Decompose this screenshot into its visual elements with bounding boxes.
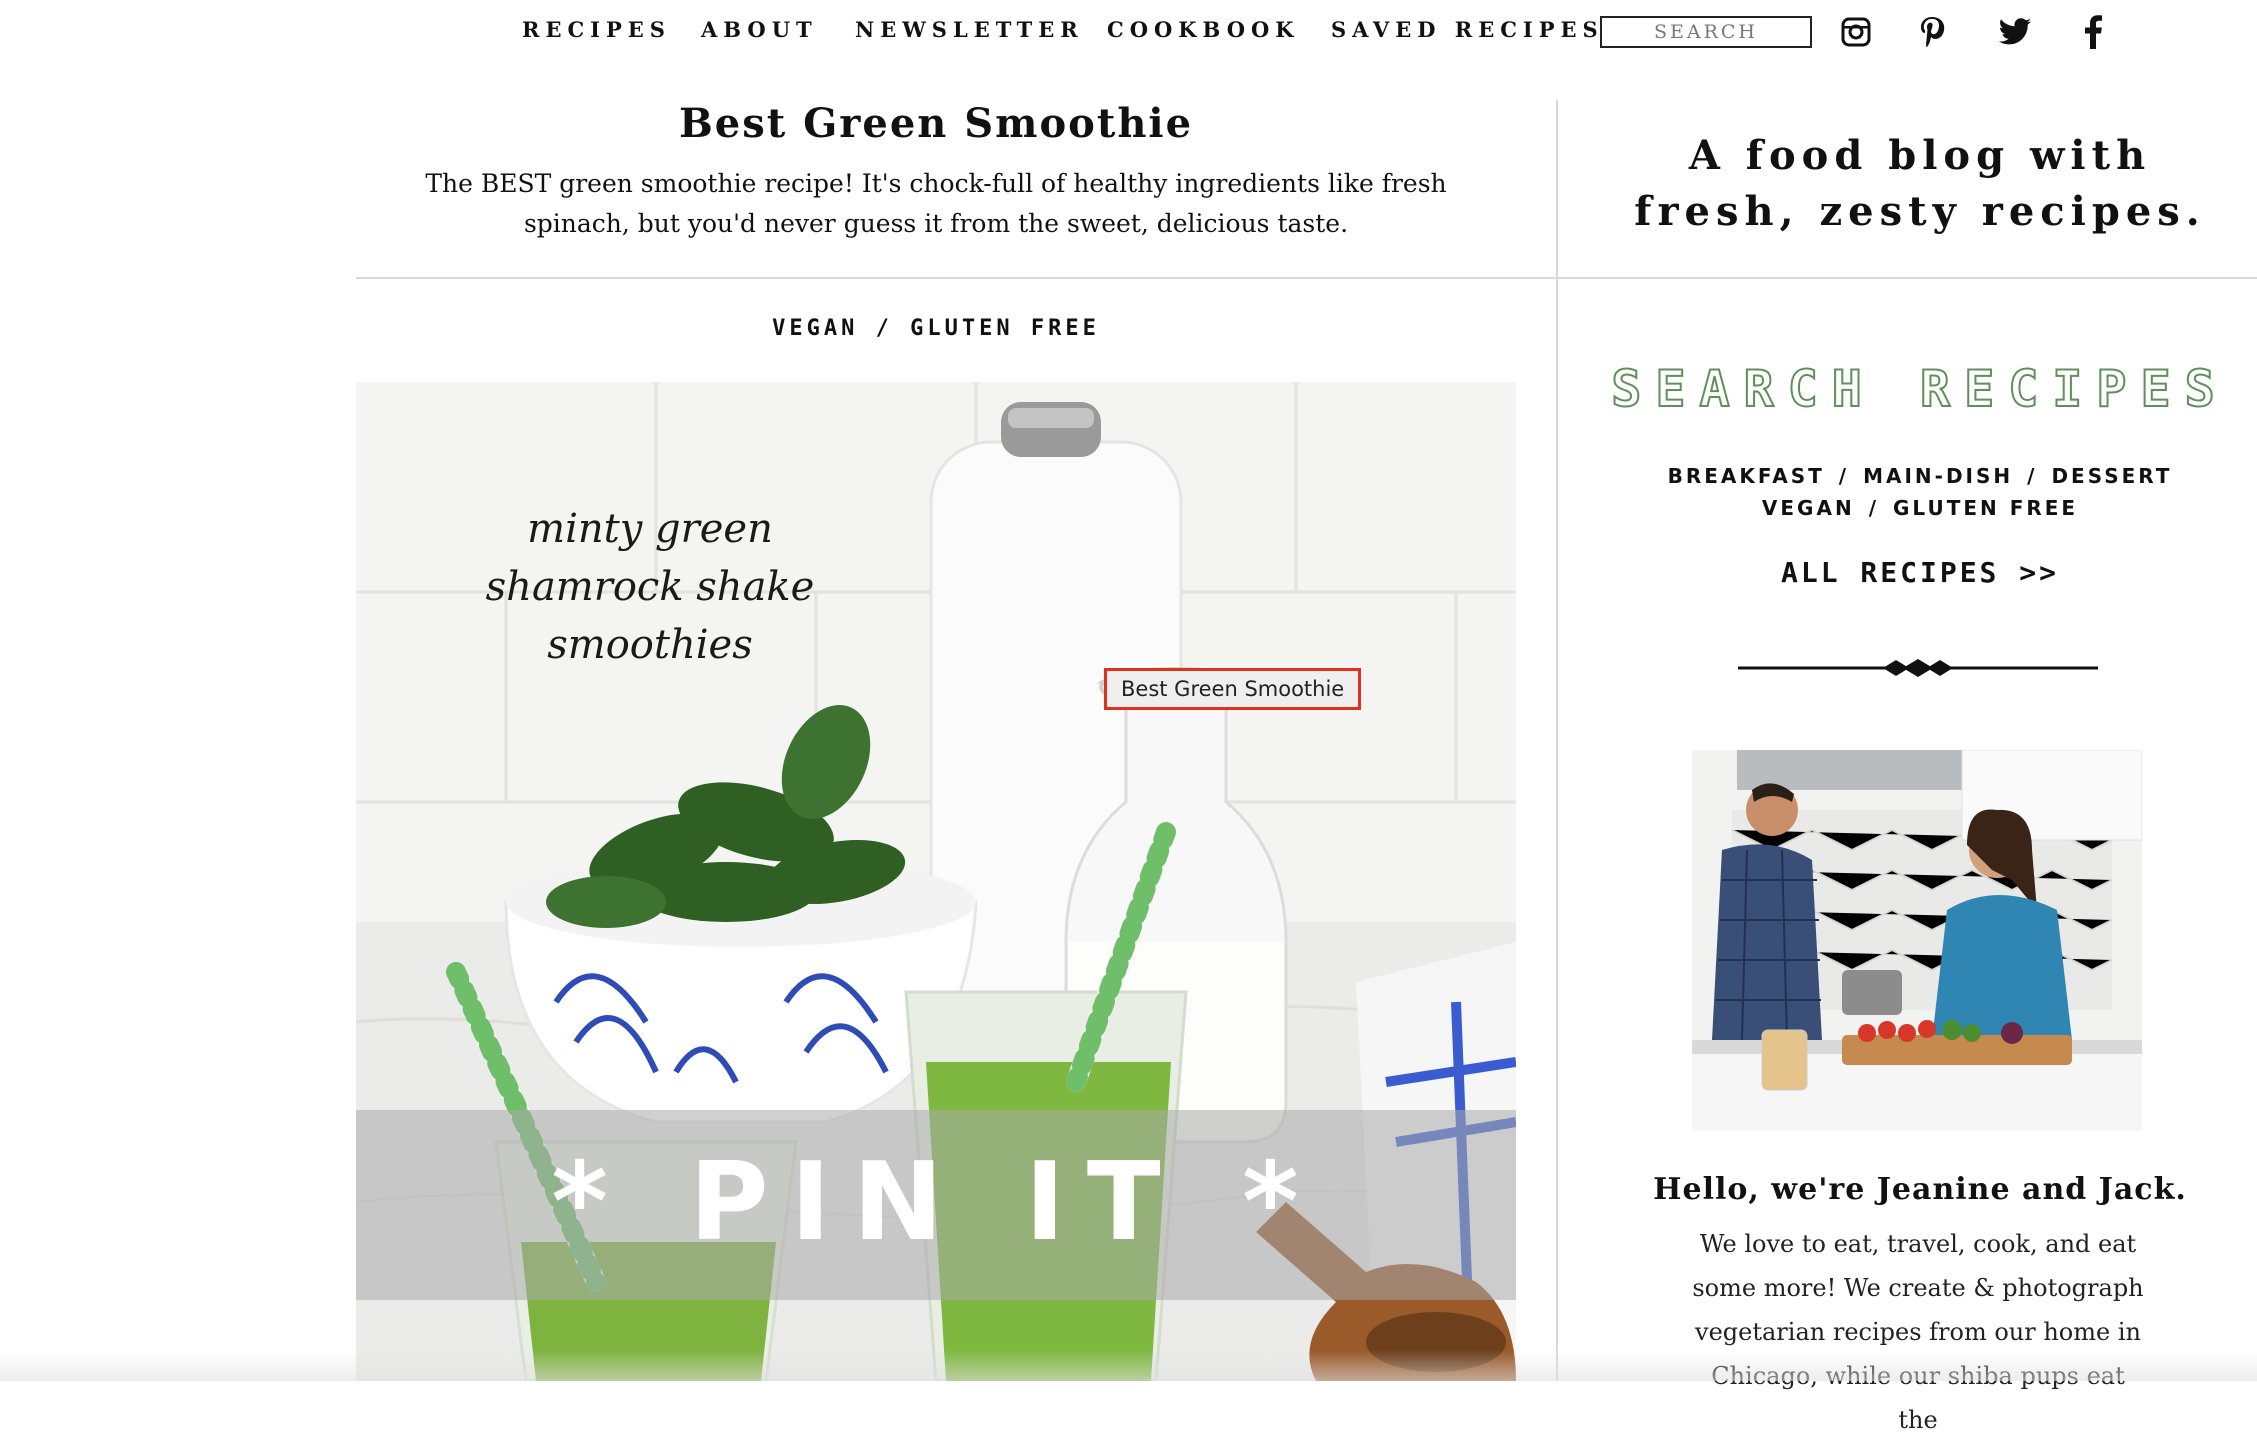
category-breakfast[interactable]: BREAKFAST: [1668, 464, 1825, 488]
script-line-2: shamrock shake: [485, 564, 815, 610]
all-recipes-link[interactable]: ALL RECIPES >>: [1600, 556, 2240, 589]
about-bio: We love to eat, travel, cook, and eat so…: [1692, 1230, 2144, 1434]
script-line-1: minty green: [527, 506, 773, 552]
category-main-dish[interactable]: MAIN-DISH: [1863, 464, 2013, 488]
about-photo[interactable]: [1692, 750, 2142, 1131]
category-separator: /: [1868, 496, 1879, 520]
nav-saved-recipes[interactable]: SAVED RECIPES: [1331, 17, 1604, 42]
blog-tagline: A food blog with fresh, zesty recipes.: [1600, 128, 2240, 240]
category-gluten-free[interactable]: GLUTEN FREE: [1893, 496, 2078, 520]
category-dessert[interactable]: DESSERT: [2051, 464, 2172, 488]
header-divider: [356, 277, 1556, 279]
nav-newsletter[interactable]: NEWSLETTER: [855, 17, 1084, 42]
post-description: The BEST green smoothie recipe! It's cho…: [425, 169, 1447, 238]
sidebar-header-divider: [1558, 277, 2257, 279]
tagline-line-2: fresh, zesty recipes.: [1634, 188, 2206, 235]
bottom-shadow: [0, 1350, 2257, 1381]
top-navigation: RECIPES ABOUT NEWSLETTER COOKBOOK SAVED …: [0, 0, 2257, 62]
post-categories[interactable]: VEGAN / GLUTEN FREE: [356, 316, 1516, 341]
facebook-icon[interactable]: [2073, 12, 2113, 52]
script-line-3: smoothies: [547, 622, 753, 668]
tagline-line-1: A food blog with: [1688, 132, 2152, 179]
ornament-divider: [1738, 654, 2098, 686]
pin-it-button[interactable]: * PIN IT *: [356, 1140, 1516, 1265]
column-divider: [1556, 100, 1558, 1381]
nav-cookbook[interactable]: COOKBOOK: [1107, 17, 1300, 42]
nav-recipes[interactable]: RECIPES: [522, 17, 671, 42]
category-separator: /: [2027, 464, 2038, 488]
twitter-icon[interactable]: [1995, 12, 2035, 52]
pinterest-icon[interactable]: [1912, 12, 1952, 52]
hero-script-text: minty green shamrock shake smoothies: [440, 500, 860, 674]
search-recipes-heading: SEARCH RECIPES: [1610, 359, 2229, 419]
instagram-icon[interactable]: [1836, 12, 1876, 52]
category-vegan[interactable]: VEGAN: [1762, 496, 1855, 520]
post-title: Best Green Smoothie: [678, 100, 1194, 147]
about-greeting: Hello, we're Jeanine and Jack.: [1653, 1172, 2187, 1207]
category-links: BREAKFAST / MAIN-DISH / DESSERT VEGAN / GLUTEN…: [1600, 460, 2240, 524]
image-tooltip: Best Green Smoothie: [1104, 668, 1362, 710]
category-separator: /: [1838, 464, 1850, 488]
search-input[interactable]: [1600, 16, 1812, 48]
nav-about[interactable]: ABOUT: [701, 17, 818, 42]
